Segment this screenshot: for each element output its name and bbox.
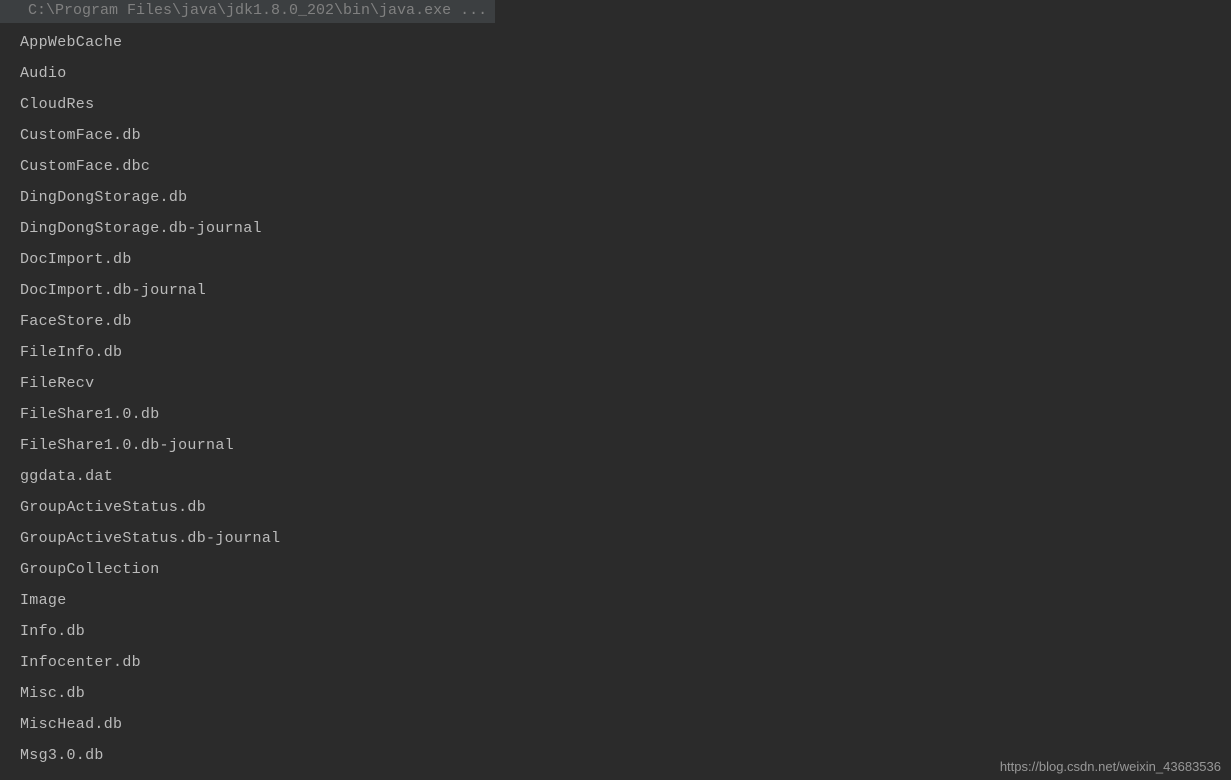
command-line: C:\Program Files\java\jdk1.8.0_202\bin\j… bbox=[0, 0, 495, 23]
output-row: Infocenter.db bbox=[20, 647, 1231, 678]
output-row: ggdata.dat bbox=[20, 461, 1231, 492]
output-row: CloudRes bbox=[20, 89, 1231, 120]
output-row: GroupActiveStatus.db bbox=[20, 492, 1231, 523]
output-row: DingDongStorage.db bbox=[20, 182, 1231, 213]
output-row: DocImport.db bbox=[20, 244, 1231, 275]
output-row: FileShare1.0.db-journal bbox=[20, 430, 1231, 461]
output-row: Audio bbox=[20, 58, 1231, 89]
output-row: DingDongStorage.db-journal bbox=[20, 213, 1231, 244]
output-row: AppWebCache bbox=[20, 27, 1231, 58]
output-row: FileInfo.db bbox=[20, 337, 1231, 368]
output-list: AppWebCache Audio CloudRes CustomFace.db… bbox=[0, 27, 1231, 771]
output-row: FileShare1.0.db bbox=[20, 399, 1231, 430]
output-row: DocImport.db-journal bbox=[20, 275, 1231, 306]
output-row: GroupActiveStatus.db-journal bbox=[20, 523, 1231, 554]
output-row: Misc.db bbox=[20, 678, 1231, 709]
output-row: FaceStore.db bbox=[20, 306, 1231, 337]
output-row: MiscHead.db bbox=[20, 709, 1231, 740]
output-row: Image bbox=[20, 585, 1231, 616]
output-row: CustomFace.dbc bbox=[20, 151, 1231, 182]
output-row: FileRecv bbox=[20, 368, 1231, 399]
watermark-text: https://blog.csdn.net/weixin_43683536 bbox=[1000, 759, 1221, 774]
output-row: CustomFace.db bbox=[20, 120, 1231, 151]
console-output: C:\Program Files\java\jdk1.8.0_202\bin\j… bbox=[0, 0, 1231, 771]
output-row: GroupCollection bbox=[20, 554, 1231, 585]
output-row: Info.db bbox=[20, 616, 1231, 647]
